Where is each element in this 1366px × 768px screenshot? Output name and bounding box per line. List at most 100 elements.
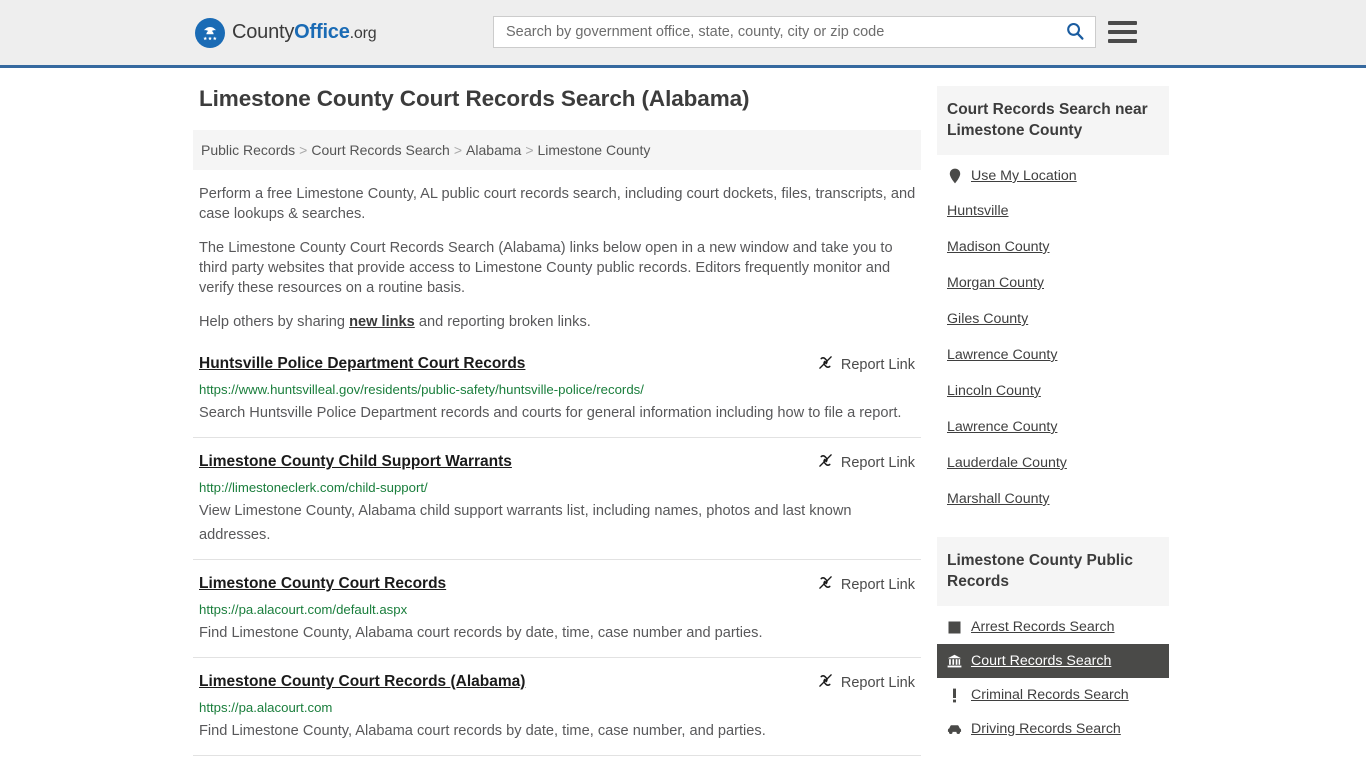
page-title: Limestone County Court Records Search (A…	[199, 86, 750, 111]
intro-p3-before: Help others by sharing	[199, 314, 350, 330]
result-description: Find Limestone County, Alabama court rec…	[199, 723, 766, 739]
result-item: Limestone County Court Records (Alabama)…	[193, 657, 921, 755]
result-title-link[interactable]: Limestone County Child Support Warrants	[199, 452, 512, 472]
hamburger-menu-icon[interactable]	[1108, 17, 1138, 47]
search-area	[493, 16, 1138, 48]
report-link-label: Report Link	[840, 455, 915, 471]
result-url: https://www.huntsvilleal.gov/residents/p…	[199, 382, 644, 397]
eagle-seal-icon	[195, 17, 225, 48]
nearby-item-lawrence-county[interactable]: Lawrence County	[937, 337, 1169, 373]
exclamation-icon	[947, 688, 962, 703]
report-link-button[interactable]: Report Link	[817, 574, 915, 596]
sidebar-item-label: Arrest Records Search	[971, 619, 1115, 635]
intro-paragraph-2: The Limestone County Court Records Searc…	[199, 240, 893, 296]
nearby-item-lincoln-county[interactable]: Lincoln County	[937, 373, 1169, 409]
broken-link-icon	[817, 672, 834, 694]
courthouse-icon	[947, 654, 962, 668]
intro-p3-after: and reporting broken links.	[414, 314, 591, 330]
result-header: Limestone County Court Records Report Li…	[199, 574, 915, 596]
menu-bar	[1108, 30, 1137, 34]
breadcrumb-item-court-records-search[interactable]: Court Records Search	[311, 142, 450, 158]
breadcrumb-item-public-records[interactable]: Public Records	[201, 142, 295, 158]
nearby-item-lawrence-county-2[interactable]: Lawrence County	[937, 409, 1169, 445]
report-link-label: Report Link	[840, 357, 915, 373]
breadcrumb-separator: >	[299, 142, 308, 158]
result-item: Huntsville Police Department Court Recor…	[193, 350, 921, 437]
intro-paragraph-3: Help others by sharing new links and rep…	[199, 312, 921, 332]
map-pin-icon	[947, 168, 962, 184]
public-records-panel-heading: Limestone County Public Records	[937, 537, 1169, 606]
nearby-item-label: Huntsville	[947, 203, 1009, 219]
breadcrumb-item-alabama[interactable]: Alabama	[466, 142, 521, 158]
site-logo-text: CountyOffice.org	[232, 21, 377, 44]
sidebar-item-driving-records-search[interactable]: Driving Records Search	[937, 712, 1169, 746]
nearby-item-label: Marshall County	[947, 491, 1050, 507]
new-links-link[interactable]: new links	[349, 314, 415, 330]
nearby-panel-heading: Court Records Search near Limestone Coun…	[937, 86, 1169, 155]
search-box[interactable]	[493, 16, 1096, 48]
public-records-panel: Limestone County Public Records Arrest R…	[937, 537, 1169, 746]
brand-part-2: Office	[294, 21, 350, 43]
report-link-button[interactable]: Report Link	[817, 672, 915, 694]
nearby-item-morgan-county[interactable]: Morgan County	[937, 265, 1169, 301]
nearby-item-huntsville[interactable]: Huntsville	[937, 193, 1169, 229]
sidebar-item-court-records-search[interactable]: Court Records Search	[937, 644, 1169, 678]
nearby-item-lauderdale-county[interactable]: Lauderdale County	[937, 445, 1169, 481]
result-title-link[interactable]: Huntsville Police Department Court Recor…	[199, 354, 525, 374]
report-link-button[interactable]: Report Link	[817, 452, 915, 474]
sidebar-item-label: Criminal Records Search	[971, 687, 1129, 703]
breadcrumb-item-limestone-county[interactable]: Limestone County	[538, 142, 651, 158]
public-records-list: Arrest Records Search Court Records Sear…	[937, 606, 1169, 746]
brand-part-1: County	[232, 21, 295, 43]
report-link-button[interactable]: Report Link	[817, 354, 915, 376]
result-header: Limestone County Court Records (Alabama)…	[199, 672, 915, 694]
sidebar-item-criminal-records-search[interactable]: Criminal Records Search	[937, 678, 1169, 712]
brand-tld: .org	[349, 25, 377, 42]
header-inner: CountyOffice.org	[193, 0, 1173, 65]
page-body: Limestone County Court Records Search (A…	[193, 68, 1173, 768]
result-title-link[interactable]: Limestone County Court Records (Alabama)	[199, 672, 525, 692]
result-title-link[interactable]: Limestone County Court Records	[199, 574, 446, 594]
sidebar-item-arrest-records-search[interactable]: Arrest Records Search	[937, 610, 1169, 644]
result-description: View Limestone County, Alabama child sup…	[199, 503, 852, 543]
nearby-item-label: Morgan County	[947, 275, 1044, 291]
nearby-item-label: Lincoln County	[947, 383, 1041, 399]
result-url: http://limestoneclerk.com/child-support/	[199, 480, 428, 495]
result-description: Find Limestone County, Alabama court rec…	[199, 625, 763, 641]
broken-link-icon	[817, 452, 834, 474]
result-item: Limestone County Child Support Warrants …	[193, 437, 921, 559]
search-button[interactable]	[1059, 21, 1087, 44]
nearby-item-label: Giles County	[947, 311, 1029, 327]
use-my-location-label: Use My Location	[971, 168, 1077, 184]
nearby-item-label: Lauderdale County	[947, 455, 1067, 471]
breadcrumb-separator: >	[525, 142, 534, 158]
nearby-item-label: Madison County	[947, 239, 1050, 255]
result-header: Limestone County Child Support Warrants …	[199, 452, 915, 474]
use-my-location-button[interactable]: Use My Location	[937, 159, 1169, 193]
result-item: Limestone County Court Records Report Li…	[193, 559, 921, 657]
sidebar: Court Records Search near Limestone Coun…	[937, 86, 1169, 766]
result-description: Search Huntsville Police Department reco…	[199, 405, 902, 421]
breadcrumb-separator: >	[453, 142, 463, 158]
menu-bar	[1108, 21, 1137, 25]
nearby-panel: Court Records Search near Limestone Coun…	[937, 86, 1169, 517]
menu-bar	[1108, 39, 1137, 43]
result-url: https://pa.alacourt.com	[199, 700, 333, 715]
search-icon	[1065, 21, 1085, 44]
results-list: Huntsville Police Department Court Recor…	[193, 350, 921, 768]
site-header: CountyOffice.org	[0, 0, 1366, 68]
car-icon	[947, 724, 962, 735]
nearby-item-madison-county[interactable]: Madison County	[937, 229, 1169, 265]
broken-link-icon	[817, 574, 834, 596]
breadcrumb: Public Records > Court Records Search > Alab…	[193, 130, 921, 170]
nearby-list: Use My Location Huntsville Madison Count…	[937, 155, 1169, 517]
main-content: Limestone County Court Records Search (A…	[193, 86, 921, 768]
nearby-item-giles-county[interactable]: Giles County	[937, 301, 1169, 337]
sidebar-item-label: Driving Records Search	[971, 721, 1121, 737]
search-input[interactable]	[504, 23, 1059, 41]
sidebar-item-label: Court Records Search	[971, 653, 1112, 669]
result-header: Huntsville Police Department Court Recor…	[199, 354, 915, 376]
result-url: https://pa.alacourt.com/default.aspx	[199, 602, 408, 617]
site-logo-link[interactable]: CountyOffice.org	[195, 17, 377, 48]
nearby-item-marshall-county[interactable]: Marshall County	[937, 481, 1169, 517]
